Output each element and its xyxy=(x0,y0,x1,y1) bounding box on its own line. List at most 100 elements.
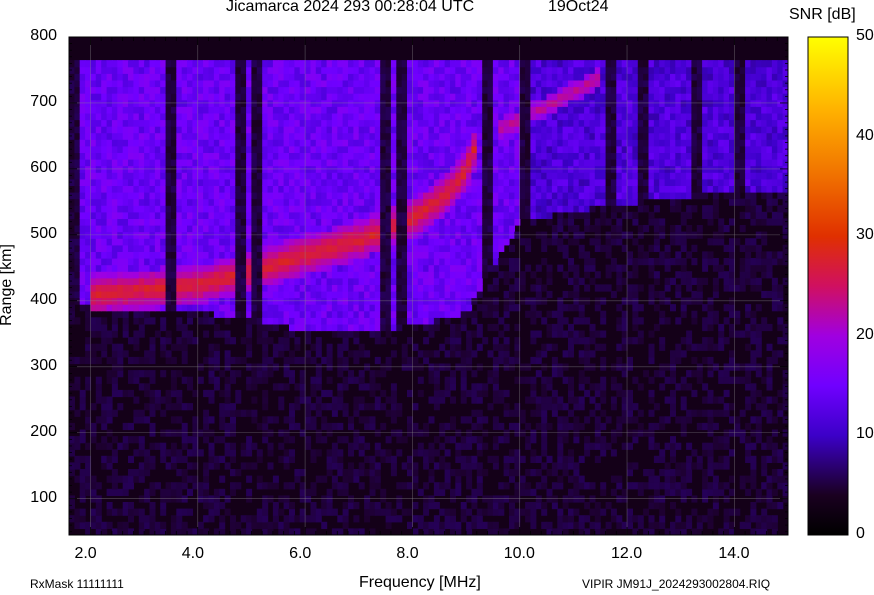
heatmap-cell xyxy=(482,469,489,477)
heatmap-cell xyxy=(262,73,269,81)
heatmap-cell xyxy=(310,178,317,186)
heatmap-cell xyxy=(337,60,344,68)
heatmap-cell xyxy=(364,277,371,285)
heatmap-cell xyxy=(348,211,354,219)
heatmap-cell xyxy=(235,185,242,193)
heatmap-cell xyxy=(530,86,537,94)
heatmap-cell xyxy=(326,218,333,226)
heatmap-cell xyxy=(203,317,210,325)
heatmap-cell xyxy=(492,258,499,266)
heatmap-cell xyxy=(305,205,312,213)
heatmap-cell xyxy=(498,205,505,213)
heatmap-cell xyxy=(390,310,397,318)
heatmap-cell xyxy=(294,185,301,193)
heatmap-cell xyxy=(444,218,451,226)
heatmap-cell xyxy=(466,284,473,292)
heatmap-cell xyxy=(246,205,253,213)
heatmap-cell xyxy=(251,86,258,94)
heatmap-cell xyxy=(165,290,172,299)
heatmap-cell xyxy=(230,211,236,219)
heatmap-cell xyxy=(90,350,97,358)
heatmap-cell xyxy=(498,66,505,74)
heatmap-cell xyxy=(106,462,113,470)
heatmap-cell xyxy=(407,119,413,127)
heatmap-cell xyxy=(562,376,569,384)
heatmap-cell xyxy=(219,159,226,167)
heatmap-cell xyxy=(337,436,344,444)
heatmap-cell xyxy=(444,251,451,259)
heatmap-cell xyxy=(342,159,349,167)
heatmap-cell xyxy=(492,172,499,180)
heatmap-cell xyxy=(267,126,274,134)
heatmap-cell xyxy=(230,258,236,266)
heatmap-cell xyxy=(331,409,338,417)
heatmap-cell xyxy=(256,178,263,186)
heatmap-cell xyxy=(272,198,279,206)
heatmap-cell xyxy=(321,251,328,259)
heatmap-cell xyxy=(342,284,349,292)
heatmap-cell xyxy=(557,515,564,523)
heatmap-cell xyxy=(283,172,290,180)
heatmap-cell xyxy=(487,304,494,312)
heatmap-cell xyxy=(219,403,226,411)
heatmap-cell xyxy=(492,508,499,516)
heatmap-cell xyxy=(170,86,177,94)
heatmap-cell xyxy=(374,132,381,140)
heatmap-cell xyxy=(170,145,177,153)
heatmap-cell xyxy=(315,192,322,200)
heatmap-cell xyxy=(197,112,204,121)
heatmap-cell xyxy=(95,126,102,134)
heatmap-cell xyxy=(450,192,456,200)
heatmap-cell xyxy=(557,132,564,140)
heatmap-cell xyxy=(170,290,177,299)
heatmap-cell xyxy=(208,231,215,239)
heatmap-cell xyxy=(331,112,338,121)
heatmap-cell xyxy=(278,172,285,180)
heatmap-cell xyxy=(101,172,108,180)
heatmap-cell xyxy=(342,488,349,496)
heatmap-cell xyxy=(337,482,344,490)
heatmap-cell xyxy=(417,376,424,384)
heatmap-cell xyxy=(203,251,210,259)
heatmap-cell xyxy=(358,244,365,252)
heatmap-cell xyxy=(423,258,430,266)
heatmap-cell xyxy=(240,73,247,81)
heatmap-cell xyxy=(364,86,371,94)
heatmap-cell xyxy=(160,139,167,147)
heatmap-cell xyxy=(455,277,462,285)
heatmap-cell xyxy=(530,79,537,88)
heatmap-cell xyxy=(197,198,204,206)
heatmap-cell xyxy=(305,403,312,411)
heatmap-cell xyxy=(509,469,515,477)
heatmap-cell xyxy=(294,403,301,411)
heatmap-cell xyxy=(294,178,301,186)
heatmap-cell xyxy=(401,106,408,114)
heatmap-cell xyxy=(557,449,564,457)
heatmap-cell xyxy=(444,159,451,167)
heatmap-cell xyxy=(471,198,478,206)
heatmap-cell xyxy=(289,218,295,226)
heatmap-cell xyxy=(444,475,451,483)
heatmap-cell xyxy=(423,350,430,358)
heatmap-cell xyxy=(428,119,435,127)
heatmap-cell xyxy=(262,323,269,332)
heatmap-cell xyxy=(310,73,317,81)
heatmap-cell xyxy=(364,145,371,153)
heatmap-cell xyxy=(187,185,193,193)
heatmap-cell xyxy=(331,73,338,81)
heatmap-cell xyxy=(79,73,86,81)
heatmap-cell xyxy=(154,66,161,74)
heatmap-cell xyxy=(262,396,269,404)
heatmap-cell xyxy=(111,93,118,101)
heatmap-cell xyxy=(353,337,360,345)
heatmap-cell xyxy=(235,145,242,153)
heatmap-cell xyxy=(272,304,279,312)
heatmap-cell xyxy=(283,178,290,186)
heatmap-cell xyxy=(450,172,456,180)
heatmap-cell xyxy=(401,251,408,259)
heatmap-cell xyxy=(240,442,247,450)
heatmap-cell xyxy=(305,192,312,200)
heatmap-cell xyxy=(74,126,81,134)
heatmap-cell xyxy=(219,178,226,186)
heatmap-cell xyxy=(385,66,392,74)
